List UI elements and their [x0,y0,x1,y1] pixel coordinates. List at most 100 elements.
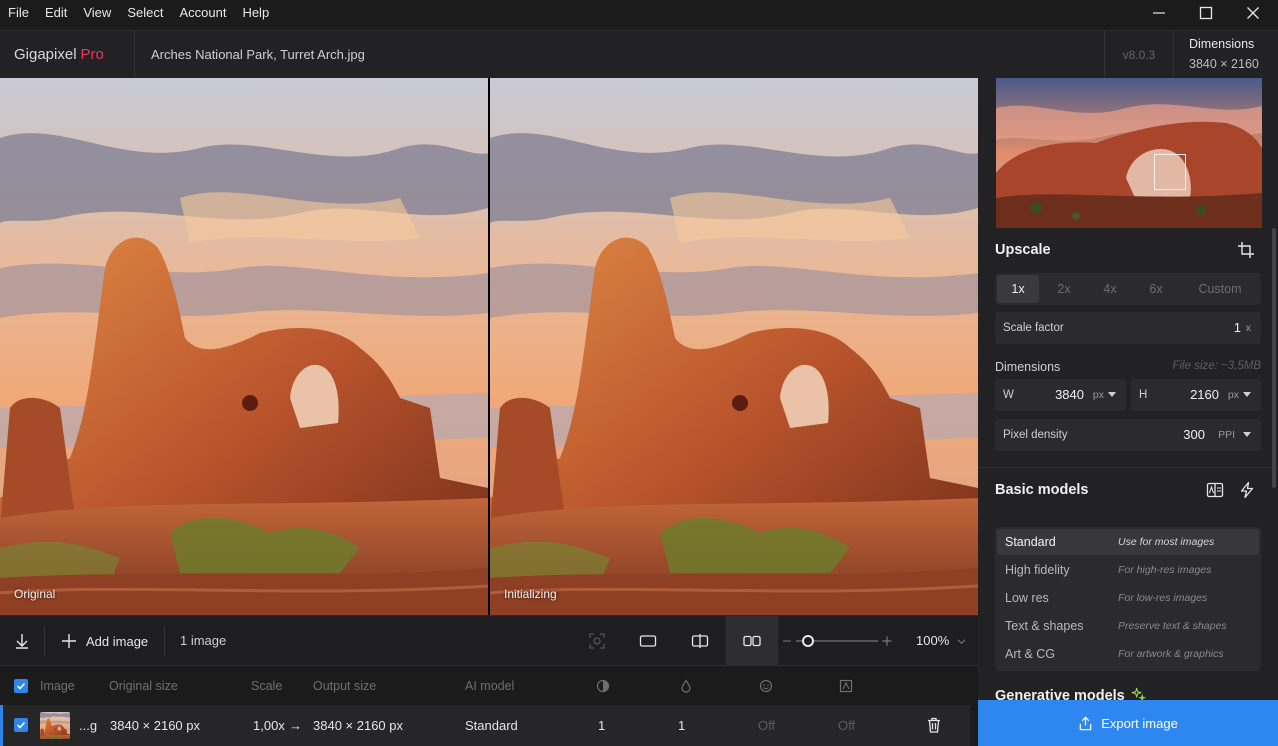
width-value[interactable]: 3840 [1055,379,1084,411]
row-ai-model[interactable]: Standard [465,705,518,746]
model-high-fidelity[interactable]: High fidelity For high-res images [997,557,1259,583]
arrow-down-icon [16,634,28,649]
maximize-button[interactable] [1183,0,1229,26]
table-row[interactable]: ...g 3840 × 2160 px 1,00x → 3840 × 2160 … [0,705,970,746]
app-version: v8.0.3 [1104,31,1174,79]
menu-account[interactable]: Account [171,0,234,26]
delete-button[interactable] [925,716,943,734]
column-image[interactable]: Image [40,666,75,706]
sharpen-column-icon [681,679,691,693]
model-description: Preserve text & shapes [1118,620,1227,632]
model-description: For artwork & graphics [1118,648,1224,660]
split-view-icon [691,634,709,648]
navigator-image [996,78,1262,228]
row-file-name: ...g [79,718,98,733]
row-sharpen-value[interactable]: 1 [678,705,685,746]
height-value[interactable]: 2160 [1190,379,1219,411]
pixel-density-field[interactable]: Pixel density 300 PPI [995,419,1261,451]
single-view-button[interactable] [626,616,670,666]
model-text-shapes[interactable]: Text & shapes Preserve text & shapes [997,613,1259,639]
zoom-out-button[interactable] [780,616,794,666]
section-divider [978,467,1278,468]
title-bar: Gigapixel Pro Arches National Park, Turre… [0,30,1278,79]
row-face-recovery-value[interactable]: Off [758,705,775,746]
scale-factor-label: Scale factor [1003,322,1064,334]
scale-factor-value[interactable]: 1 [1234,312,1241,344]
original-image [0,78,488,615]
preview-output-pane[interactable]: Initializing [490,78,978,615]
column-output-size[interactable]: Output size [313,666,376,706]
file-name: Arches National Park, Turret Arch.jpg [151,47,365,62]
preview-toolbar: Add image 1 image 100% [0,615,978,666]
minimize-button[interactable] [1136,0,1182,26]
preview-original-pane[interactable]: Original [0,78,488,615]
menu-file[interactable]: File [0,0,37,26]
model-name: High fidelity [1005,563,1070,577]
pixel-density-value[interactable]: 300 [1183,419,1205,451]
text-recovery-column-icon [839,679,853,693]
add-image-button[interactable]: Add image [60,616,156,666]
scale-option-6x[interactable]: 6x [1135,275,1177,303]
zoom-in-button[interactable] [880,616,894,666]
chevron-down-icon[interactable] [1243,432,1251,437]
denoise-column-icon [596,679,610,693]
add-image-label: Add image [86,633,149,649]
side-by-side-icon [743,635,761,647]
model-name: Standard [1005,535,1056,549]
scale-option-4x[interactable]: 4x [1089,275,1131,303]
scale-option-custom[interactable]: Custom [1185,275,1255,303]
model-low-res[interactable]: Low res For low-res images [997,585,1259,611]
menu-help[interactable]: Help [234,0,277,26]
row-checkbox[interactable] [14,718,28,732]
column-scale[interactable]: Scale [251,666,282,706]
column-ai-model[interactable]: AI model [465,666,514,706]
pixel-density-unit: PPI [1218,429,1235,441]
menu-edit[interactable]: Edit [37,0,75,26]
zoom-slider-handle[interactable] [802,635,815,647]
crop-button[interactable] [1236,240,1256,260]
minus-icon [783,640,791,642]
preview-original-label: Original [14,587,56,601]
close-icon [1247,7,1259,19]
face-detect-button[interactable] [584,616,610,666]
header-dimensions-label: Dimensions [1189,37,1255,51]
autopilot-button[interactable] [1237,480,1257,500]
export-image-button[interactable]: Export image [978,700,1278,746]
model-standard[interactable]: Standard Use for most images [997,529,1259,555]
row-original-size: 3840 × 2160 px [110,718,200,733]
import-button[interactable] [0,616,44,666]
width-field[interactable]: W 3840 px [995,379,1126,411]
select-all-checkbox[interactable] [14,679,28,693]
height-field[interactable]: H 2160 px [1131,379,1261,411]
zoom-level[interactable]: 100% [916,616,949,666]
model-art-cg[interactable]: Art & CG For artwork & graphics [997,641,1259,667]
height-unit: px [1227,389,1239,401]
navigator-thumbnail[interactable] [996,78,1262,228]
row-denoise-value[interactable]: 1 [598,705,605,746]
compare-models-button[interactable] [1205,480,1225,500]
checkmark-icon [16,682,26,690]
chevron-down-icon[interactable] [1243,392,1251,397]
column-original-size[interactable]: Original size [109,666,178,706]
chevron-down-icon[interactable] [1108,392,1116,397]
toolbar-divider [164,626,165,656]
export-image-label: Export image [1101,715,1178,731]
scale-factor-field[interactable]: Scale factor 1 x [995,312,1261,344]
scale-option-1x[interactable]: 1x [997,275,1039,303]
basic-models-list: Standard Use for most images High fideli… [995,527,1261,671]
menu-select[interactable]: Select [119,0,171,26]
file-size-estimate: File size: ~3,5MB [1172,360,1261,372]
pixel-density-label: Pixel density [1003,429,1068,441]
navigator-viewport-box[interactable] [1154,154,1186,190]
split-view-button[interactable] [678,616,722,666]
toolbar-divider [44,626,45,656]
row-thumbnail [40,712,70,739]
scale-option-2x[interactable]: 2x [1043,275,1085,303]
zoom-dropdown-button[interactable] [954,616,968,666]
panel-scrollbar[interactable] [1272,228,1276,488]
menu-view[interactable]: View [75,0,119,26]
close-window-button[interactable] [1230,0,1276,26]
dimensions-label: Dimensions [995,360,1061,374]
image-preview[interactable]: Original Initializing [0,78,978,615]
row-text-recovery-value[interactable]: Off [838,705,855,746]
